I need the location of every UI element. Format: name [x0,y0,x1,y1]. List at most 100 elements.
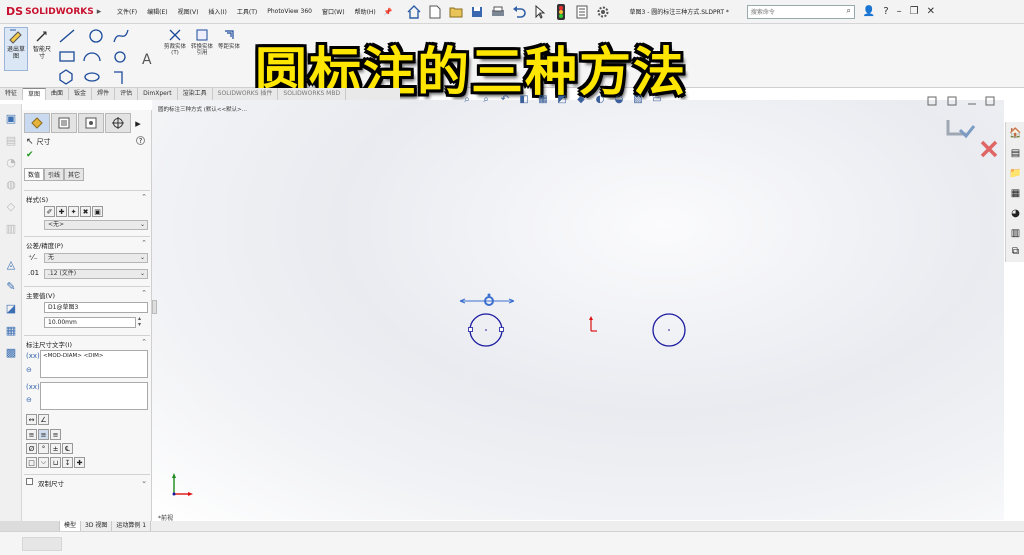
cut-extrude-icon[interactable]: ▥ [3,220,19,236]
extrude-icon[interactable]: ▤ [3,132,19,148]
custom-properties-icon[interactable]: ▥ [1008,226,1023,241]
sketch-edit-icon[interactable]: ✎ [3,278,19,294]
sketch-tools-group[interactable]: A [58,28,158,86]
options-gear-icon[interactable] [594,3,612,21]
minimize-icon[interactable]: – [897,6,902,17]
feature-tree-breadcrumb[interactable]: 圆的标注三种方式 (默认<<默认>... [158,105,247,113]
value-spinner-icon[interactable]: ▴ ▾ [138,316,141,328]
home-icon[interactable] [405,3,423,21]
menu-view[interactable]: 视图(V) [173,7,204,16]
more-symbols-icon[interactable]: ✚ [74,457,85,468]
zoom-to-fit-icon[interactable]: ⌕ [460,92,474,106]
menu-edit[interactable]: 编辑(E) [142,7,172,16]
subtab-other[interactable]: 其它 [64,168,85,181]
subtab-leaders[interactable]: 引线 [44,168,65,181]
square-icon[interactable]: □ [26,457,37,468]
circle-right[interactable] [652,313,686,347]
tab-solidworks-addins[interactable]: SOLIDWORKS 插件 [213,88,279,100]
subtab-value[interactable]: 数值 [24,168,45,181]
counterbore-icon[interactable]: ⊔ [50,457,61,468]
viewport-split-icon[interactable] [947,96,957,106]
edit-appearance-icon[interactable]: ◒ [612,92,626,106]
tab-model[interactable]: 模型 [60,521,82,531]
dimxpert-manager-tab-icon[interactable] [105,113,131,133]
align-center-icon[interactable]: ≡ [38,429,49,440]
dimension-xpert-icon[interactable]: ◬ [3,256,19,272]
dimension-text-collapse-icon[interactable]: ⌃ [141,338,147,346]
select-cursor-icon[interactable] [531,3,549,21]
loft-icon[interactable]: ◇ [3,198,19,214]
depth-icon[interactable]: ↧ [62,457,73,468]
new-document-icon[interactable] [426,3,444,21]
configuration-manager-tab-icon[interactable] [78,113,104,133]
revolve-icon[interactable]: ◔ [3,154,19,170]
panel-splitter-handle[interactable] [152,300,157,314]
tab-sheet-metal[interactable]: 钣金 [69,88,93,100]
file-properties-icon[interactable] [573,3,591,21]
logo-expand-icon[interactable]: ▸ [97,7,102,17]
tab-sketch[interactable]: 草图 [23,88,47,100]
pin-icon[interactable]: 📌 [384,8,393,16]
arrow-angle-icon[interactable]: ∠ [38,414,49,425]
more-tabs-icon[interactable]: ▸ [132,113,144,133]
viewport-expand-icon[interactable] [927,96,937,106]
style-update-icon[interactable]: ✦ [68,206,79,217]
arrow-inside-icon[interactable]: ↔ [26,414,37,425]
tab-motion-study[interactable]: 运动算例 1 [112,521,152,531]
solidworks-logo[interactable]: DS SOLIDWORKS ▸ [0,0,112,24]
tab-render-tools[interactable]: 渲染工具 [178,88,213,100]
tab-3d-views[interactable]: 3D 视图 [81,521,113,531]
tolerance-collapse-icon[interactable]: ⌃ [141,239,147,247]
restore-icon[interactable]: ❐ [910,6,919,17]
close-icon[interactable]: ✕ [927,6,935,17]
dimension-text-box-upper[interactable]: <MOD-DIAM> <DIM> [40,350,148,378]
menu-help[interactable]: 帮助(H) [350,7,381,16]
user-icon[interactable]: 👤 [863,6,875,17]
cancel-sketch-icon[interactable] [980,140,998,158]
zoom-area-icon[interactable]: ⌕ [479,92,493,106]
style-apply-default-icon[interactable]: ✐ [44,206,55,217]
appearances-icon[interactable]: ◕ [1008,206,1023,221]
print-icon[interactable] [489,3,507,21]
dimension-leader[interactable] [459,298,515,304]
menu-window[interactable]: 窗口(W) [317,7,350,16]
centerline-icon[interactable]: ℄ [62,443,73,454]
dimension-text-box-lower[interactable] [40,382,148,410]
menu-insert[interactable]: 插入(I) [203,7,231,16]
dual-dimension-expand-icon[interactable]: ⌄ [141,477,147,485]
apply-scene-icon[interactable]: ▨ [631,92,645,106]
previous-view-icon[interactable]: ↶ [498,92,512,106]
design-library-pane-icon[interactable]: ▤ [1008,146,1023,161]
exit-sketch-button[interactable]: 退出草图 [4,27,28,71]
search-commands-input[interactable]: 搜索命令 ⌕ [746,4,855,19]
ok-checkmark-icon[interactable]: ✔ [26,150,34,160]
file-explorer-icon[interactable]: 📁 [1008,166,1023,181]
align-left-icon[interactable]: ≡ [26,429,37,440]
selected-circle-left[interactable] [468,313,504,347]
view-settings-icon[interactable]: ▭ [650,92,664,106]
text-link-icon[interactable]: (xx) [26,352,40,360]
dimension-value-input[interactable]: 10.00mm [44,317,136,328]
sketch-canvas[interactable] [440,280,720,360]
dimension-text-section-title[interactable]: 标注尺寸文字(I) [26,339,72,349]
style-section-title[interactable]: 样式(S) [26,194,48,204]
tab-surfaces[interactable]: 曲面 [46,88,70,100]
menu-photoview[interactable]: PhotoView 360 [262,8,317,15]
plus-minus-icon[interactable]: ± [50,443,61,454]
dynamic-annotation-icon[interactable]: ▦ [536,92,550,106]
style-collapse-icon[interactable]: ⌃ [141,193,147,201]
undo-icon[interactable] [510,3,528,21]
align-right-icon[interactable]: ≡ [50,429,61,440]
style-select[interactable]: <无> ⌄ [44,220,148,230]
dimension-name-field[interactable]: D1@草图3 [44,302,148,313]
tolerance-type-select[interactable]: 无 ⌄ [44,253,148,263]
search-icon[interactable]: ⌕ [846,6,850,16]
tab-dimxpert[interactable]: DimXpert [138,88,178,100]
sweep-icon[interactable]: ◍ [3,176,19,192]
style-delete-icon[interactable]: ✖ [80,206,91,217]
convert-entities-button[interactable]: 转换实体引用 [189,28,215,56]
diameter-symbol-icon[interactable] [484,293,494,306]
text-unlink-icon-lower[interactable]: ⊖ [26,396,32,404]
property-manager-tab-icon[interactable] [24,113,50,133]
tab-evaluate[interactable]: 评估 [115,88,139,100]
